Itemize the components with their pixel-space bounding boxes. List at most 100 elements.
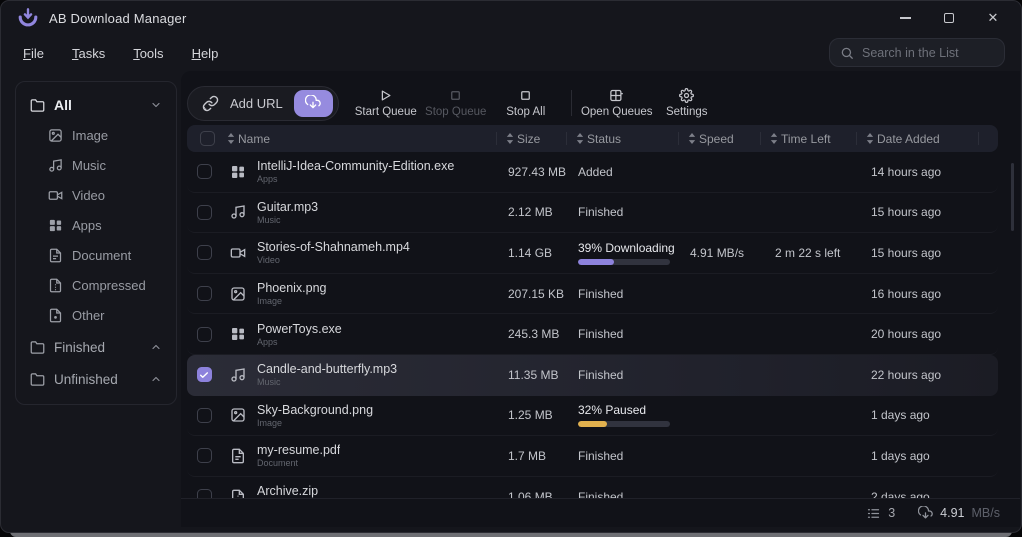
start-queue-label: Start Queue [355, 106, 417, 118]
table-row[interactable]: PowerToys.exe Apps 245.3 MB Finished 20 … [187, 314, 998, 355]
sidebar-item-unfinished[interactable]: Unfinished [22, 364, 170, 394]
table-row[interactable]: IntelliJ-Idea-Community-Edition.exe Apps… [187, 152, 998, 193]
time-left: 2 m 22 s left [760, 246, 856, 260]
menu-file[interactable]: File [23, 46, 44, 61]
search-input[interactable] [862, 46, 994, 60]
menu-tasks[interactable]: Tasks [72, 46, 105, 61]
add-url-label: Add URL [230, 96, 283, 111]
select-all-checkbox[interactable] [187, 125, 221, 152]
category-label: Video [72, 188, 105, 203]
category-label: Compressed [72, 278, 146, 293]
file-size: 207.15 KB [496, 287, 566, 301]
check-icon [199, 370, 209, 380]
file-size: 1.14 GB [496, 246, 566, 260]
column-header-size[interactable]: Size [496, 125, 566, 152]
menu-help[interactable]: Help [192, 46, 219, 61]
sidebar-item-finished[interactable]: Finished [22, 332, 170, 362]
file-name: Candle-and-butterfly.mp3 [257, 362, 397, 376]
folder-icon [30, 340, 45, 355]
row-checkbox[interactable] [197, 205, 212, 220]
row-checkbox[interactable] [197, 367, 212, 382]
sidebar-category-item[interactable]: Music [22, 150, 170, 180]
row-checkbox[interactable] [197, 327, 212, 342]
column-header-name[interactable]: Name [221, 125, 496, 152]
date-added: 15 hours ago [856, 246, 978, 260]
row-checkbox[interactable] [197, 245, 212, 260]
search-icon [840, 46, 854, 60]
sidebar: All Image Music Video Apps Doc [15, 81, 177, 405]
status-text: Finished [578, 287, 623, 301]
chevron-down-icon [150, 99, 162, 111]
sidebar-category-item[interactable]: Other [22, 300, 170, 330]
cloud-download-icon [305, 95, 321, 111]
file-size: 1.25 MB [496, 408, 566, 422]
table-row[interactable]: Stories-of-Shahnameh.mp4 Video 1.14 GB 3… [187, 233, 998, 274]
column-header-status[interactable]: Status [566, 125, 678, 152]
status-text: Added [578, 165, 613, 179]
category-label: Other [72, 308, 105, 323]
file-type-icon [230, 407, 246, 423]
settings-button[interactable]: Settings [652, 88, 722, 118]
table-row[interactable]: Phoenix.png Image 207.15 KB Finished 16 … [187, 274, 998, 315]
file-name: Phoenix.png [257, 281, 327, 295]
sidebar-category-item[interactable]: Apps [22, 210, 170, 240]
sidebar-category-item[interactable]: Document [22, 240, 170, 270]
start-queue-button[interactable]: Start Queue [351, 88, 421, 118]
file-name: Archive.zip [257, 484, 318, 498]
cloud-download-icon [918, 506, 933, 521]
global-speed-value: 4.91 [940, 506, 964, 520]
maximize-icon [944, 13, 954, 23]
column-header-date-added[interactable]: Date Added [856, 125, 978, 152]
file-category: Apps [257, 174, 454, 184]
column-label: Status [587, 132, 621, 146]
file-size: 2.12 MB [496, 205, 566, 219]
open-queues-button[interactable]: Open Queues [582, 88, 652, 118]
file-category: Music [257, 377, 397, 387]
column-header-time-left[interactable]: Time Left [760, 125, 856, 152]
open-queues-label: Open Queues [581, 106, 653, 118]
sidebar-item-all[interactable]: All [22, 90, 170, 120]
date-added: 22 hours ago [856, 368, 978, 382]
column-header-speed[interactable]: Speed [678, 125, 760, 152]
stop-queue-button: Stop Queue [421, 88, 491, 118]
global-speed-unit: MB/s [972, 506, 1000, 520]
sidebar-category-item[interactable]: Compressed [22, 270, 170, 300]
file-type-icon [230, 448, 246, 464]
column-label: Name [238, 132, 270, 146]
minimize-button[interactable] [883, 3, 927, 33]
file-size: 1.06 MB [496, 490, 566, 498]
row-checkbox[interactable] [197, 489, 212, 498]
category-icon [48, 308, 63, 323]
menu-tools[interactable]: Tools [133, 46, 163, 61]
unfinished-label: Unfinished [54, 372, 118, 387]
table-row[interactable]: my-resume.pdf Document 1.7 MB Finished 1… [187, 436, 998, 477]
table-row[interactable]: Sky-Background.png Image 1.25 MB 32% Pau… [187, 396, 998, 437]
sort-icon [770, 133, 778, 144]
sidebar-category-item[interactable]: Video [22, 180, 170, 210]
gear-icon [679, 88, 694, 103]
row-checkbox[interactable] [197, 408, 212, 423]
row-checkbox[interactable] [197, 448, 212, 463]
row-checkbox[interactable] [197, 286, 212, 301]
status-text: Finished [578, 327, 623, 341]
column-label: Speed [699, 132, 734, 146]
table-row[interactable]: Guitar.mp3 Music 2.12 MB Finished 15 hou… [187, 193, 998, 234]
close-button[interactable]: ✕ [971, 3, 1015, 33]
status-text: Finished [578, 205, 623, 219]
maximize-button[interactable] [927, 3, 971, 33]
table-row[interactable]: Candle-and-butterfly.mp3 Music 11.35 MB … [187, 355, 998, 396]
download-speed: 4.91 MB/s [678, 246, 760, 260]
table-row[interactable]: Archive.zip Compressed 1.06 MB Finished … [187, 477, 998, 498]
add-url-button[interactable]: Add URL [187, 86, 339, 121]
vertical-scrollbar[interactable] [1011, 163, 1014, 231]
stop-all-button[interactable]: Stop All [491, 88, 561, 118]
row-checkbox[interactable] [197, 164, 212, 179]
search-box[interactable] [829, 38, 1005, 67]
app-logo-icon [17, 7, 39, 29]
stop-icon [518, 88, 533, 103]
file-category: Image [257, 296, 327, 306]
sidebar-category-item[interactable]: Image [22, 120, 170, 150]
status-text: 32% Paused [578, 403, 646, 417]
file-name: Guitar.mp3 [257, 200, 318, 214]
import-from-browser-button[interactable] [294, 90, 333, 117]
